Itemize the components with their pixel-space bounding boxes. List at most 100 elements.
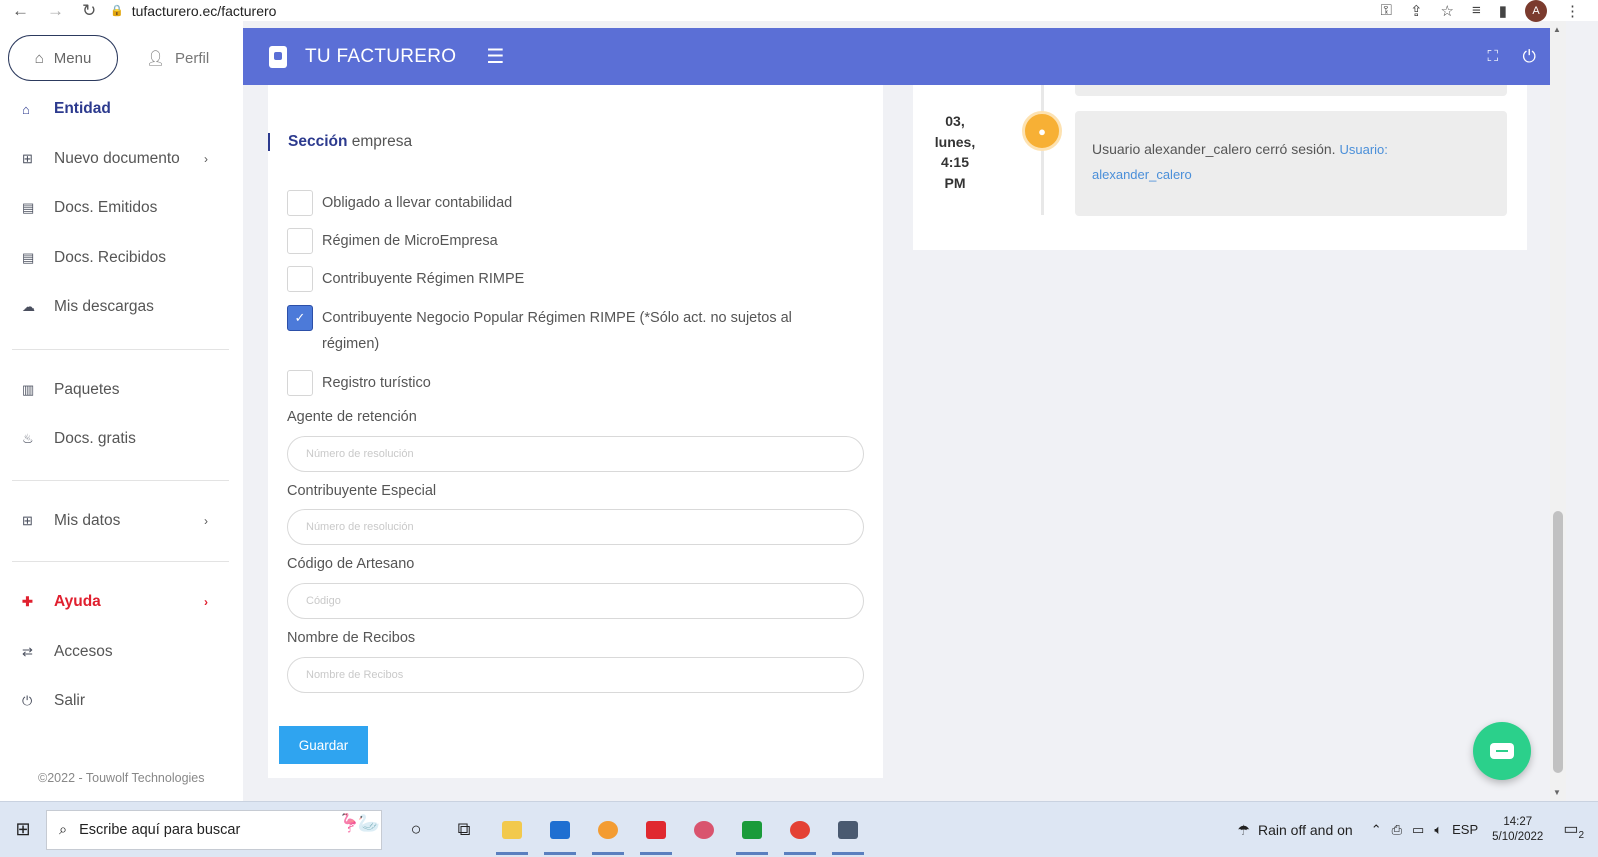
browser-app-icon[interactable] [584,810,632,855]
share-icon[interactable]: ⇪ [1410,2,1423,20]
timeline-date-time: 4:15 [940,154,970,170]
sidebar-item-mis-descargas[interactable]: ☁ Mis descargas [22,298,222,316]
reading-list-icon[interactable]: ≡ [1472,2,1481,19]
timeline-message: Usuario alexander_calero cerró sesión. [1092,141,1336,157]
language-indicator[interactable]: ESP [1452,822,1478,838]
windows-start-icon[interactable]: ⊞ [0,819,46,840]
section-title-bold: Sección [288,133,348,150]
scroll-down-icon[interactable]: ▼ [1553,788,1561,797]
logo-icon [269,45,287,68]
tab-menu[interactable]: ⌂ Menu [8,35,118,81]
sidebar-item-label: Docs. Recibidos [54,249,166,266]
checkbox-obligado-contabilidad[interactable]: Obligado a llevar contabilidad [287,190,847,216]
calculator-icon[interactable] [824,810,872,855]
taskbar-search[interactable]: ⌕ Escribe aquí para buscar 🦩🦢 [46,809,382,850]
page-scrollbar[interactable]: ▲ ▼ [1550,21,1566,801]
sidebar-item-label: Docs. Emitidos [54,199,158,216]
timeline-date-ampm: PM [944,174,966,191]
sidebar-item-docs-gratis[interactable]: ♨ Docs. gratis [22,430,222,448]
checkbox-box[interactable] [287,190,313,216]
agente-retencion-input[interactable] [287,436,864,472]
search-icon: ⌕ [59,821,68,838]
save-button[interactable]: Guardar [279,726,368,764]
sidebar-item-docs-emitidos[interactable]: ▤ Docs. Emitidos [22,199,222,217]
sidebar-item-mis-datos[interactable]: ⊞ Mis datos › [22,512,222,530]
sidebar-item-docs-recibidos[interactable]: ▤ Docs. Recibidos [22,249,222,267]
contribuyente-especial-input[interactable] [287,509,864,545]
sidebar-tabs: ⌂ Menu 👤︎ Perfil [0,21,243,81]
messaging-app-icon[interactable] [728,810,776,855]
timeline-previous-bubble [1075,85,1507,96]
chat-button[interactable] [1473,722,1531,780]
key-icon[interactable]: ⚿ [1381,2,1392,19]
sidepanel-icon[interactable]: ▮ [1499,2,1507,20]
nombre-recibos-input[interactable] [287,657,864,693]
power-icon[interactable]: ⏻ [1523,47,1536,67]
forward-icon[interactable]: → [47,1,64,21]
scroll-up-icon[interactable]: ▲ [1553,25,1561,34]
sidebar-item-ayuda[interactable]: ✚ Ayuda › [22,593,222,611]
tab-menu-label: Menu [53,49,92,67]
reload-icon[interactable]: ↻ [82,1,96,21]
lock-icon: 🔒 [110,5,124,17]
chevron-up-icon[interactable]: ⌃ [1371,822,1382,838]
hamburger-icon[interactable]: ☰ [486,44,504,69]
tab-profile[interactable]: 👤︎ Perfil [146,49,209,68]
address-bar[interactable]: 🔒 tufacturero.ec/facturero [110,3,276,19]
wps-office-icon[interactable] [632,810,680,855]
windows-taskbar: ⊞ ⌕ Escribe aquí para buscar 🦩🦢 ○ ⧉ ☂ Ra… [0,801,1598,857]
flamingo-decoration-icon: 🦩🦢 [338,812,380,833]
app-header: TU FACTURERO ☰ ⛶ ⏻ [243,28,1550,85]
help-cross-icon: ✚ [22,594,33,609]
file-explorer-icon[interactable] [488,810,536,855]
checkbox-label: Obligado a llevar contabilidad [322,195,513,211]
task-view-icon[interactable]: ⧉ [440,810,488,850]
sidebar-item-entidad[interactable]: ⌂ Entidad [22,100,222,118]
snipping-tool-icon[interactable] [680,810,728,850]
sidebar-divider [12,349,229,350]
codigo-artesano-label: Código de Artesano [287,556,415,572]
weather-widget[interactable]: ☂ Rain off and on [1237,822,1352,839]
cortana-icon[interactable]: ○ [392,810,440,850]
avatar[interactable]: A [1525,0,1547,22]
codigo-artesano-input[interactable] [287,583,864,619]
more-icon[interactable]: ⋮ [1565,2,1580,20]
sidebar-item-paquetes[interactable]: ▥ Paquetes [22,381,222,399]
checkbox-box-checked[interactable]: ✓ [287,305,313,331]
sidebar-item-salir[interactable]: ⏻ Salir [22,692,222,710]
sidebar-item-accesos[interactable]: ⇄ Accesos [22,643,222,661]
chevron-right-icon: › [204,595,208,609]
columns-icon: ▥ [22,382,35,397]
back-icon[interactable]: ← [12,1,29,21]
checkbox-microempresa[interactable]: Régimen de MicroEmpresa [287,228,847,254]
plus-box-icon: ⊞ [22,513,33,528]
checkmark-icon: ✓ [294,310,306,325]
activity-timeline-card: 03, lunes, 4:15 PM ● Usuario alexander_c… [913,85,1527,250]
chrome-icon[interactable] [776,810,824,855]
notifications-icon[interactable]: ▭2 [1563,819,1584,841]
app-title: TU FACTURERO [305,45,457,67]
checkbox-box[interactable] [287,228,313,254]
meet-icon[interactable]: ⎙ [1392,822,1402,838]
checkbox-registro-turistico[interactable]: Registro turístico [287,370,847,396]
checkbox-rimpe[interactable]: Contribuyente Régimen RIMPE [287,266,847,292]
rain-icon: ☂ [1237,821,1250,838]
mail-icon[interactable] [536,810,584,855]
checkbox-box[interactable] [287,370,313,396]
chevron-right-icon: › [204,514,208,528]
fullscreen-icon[interactable]: ⛶ [1487,48,1498,65]
volume-icon[interactable]: 🔈︎ [1434,822,1442,838]
sidebar-item-label: Docs. gratis [54,430,136,447]
sidebar-item-nuevo-documento[interactable]: ⊞ Nuevo documento › [22,150,222,168]
timeline-link-prefix: Usuario: [1339,142,1388,157]
sidebar-item-label: Entidad [54,100,111,117]
sidebar-footer: ©2022 - Touwolf Technologies [38,771,205,785]
network-icon[interactable]: ▭ [1412,822,1424,838]
checkbox-box[interactable] [287,266,313,292]
sidebar-divider [12,561,229,562]
star-icon[interactable]: ☆ [1441,2,1454,20]
checkbox-negocio-popular-rimpe[interactable]: ✓ Contribuyente Negocio Popular Régimen … [287,305,827,357]
scrollbar-thumb[interactable] [1553,511,1563,773]
clock-time: 14:27 [1503,816,1533,828]
taskbar-clock[interactable]: 14:27 5/10/2022 [1492,815,1543,845]
